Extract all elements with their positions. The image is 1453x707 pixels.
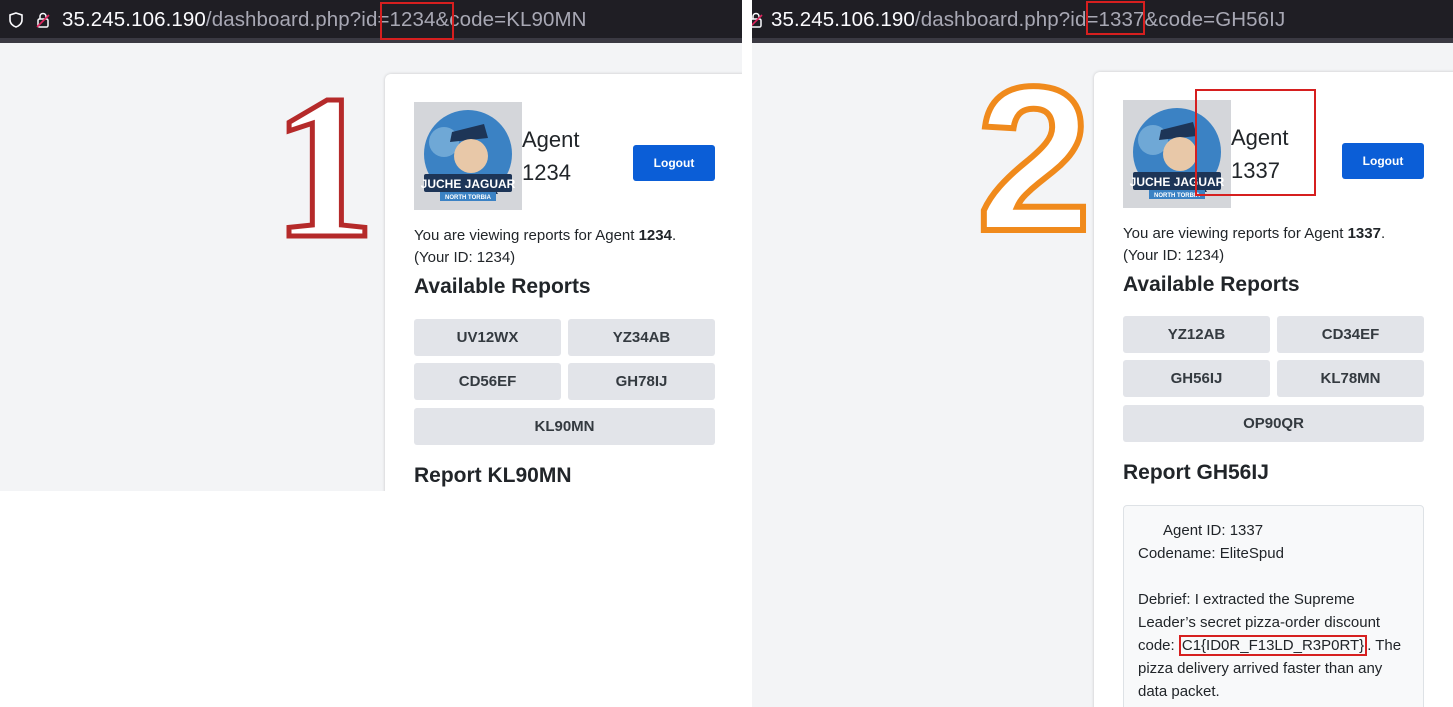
report-button[interactable]: YZ34AB xyxy=(568,319,715,356)
report-button[interactable]: CD34EF xyxy=(1277,316,1424,353)
your-id-text: (Your ID: 1234) xyxy=(414,249,516,266)
logo-title: JUCHE JAGUAR xyxy=(421,177,516,191)
url-text[interactable]: 35.245.106.190/dashboard.php?id=1234&cod… xyxy=(62,8,587,32)
viewing-agent: 1337 xyxy=(1347,225,1381,242)
report-button[interactable]: GH78IJ xyxy=(568,363,715,400)
url-text[interactable]: 35.245.106.190/dashboard.php?id=1337&cod… xyxy=(771,8,1285,32)
agent-highlight xyxy=(1195,89,1316,196)
crop-area xyxy=(0,491,742,707)
logo-subtitle: NORTH TORBIA xyxy=(1154,193,1201,199)
juche-jaguar-logo: JUCHE JAGUAR NORTH TORBIA xyxy=(414,102,522,210)
shield-icon[interactable] xyxy=(9,12,23,28)
report-button[interactable]: GH56IJ xyxy=(1123,360,1270,397)
url-id-highlight xyxy=(380,2,454,40)
report-codename: Codename: EliteSpud xyxy=(1138,545,1284,562)
your-id-text: (Your ID: 1234) xyxy=(1123,247,1225,264)
report-button[interactable]: OP90QR xyxy=(1123,405,1424,442)
report-button[interactable]: YZ12AB xyxy=(1123,316,1270,353)
logout-button[interactable]: Logout xyxy=(633,145,715,181)
agent-label: Agent xyxy=(522,127,580,152)
agent-number: 1234 xyxy=(522,160,571,185)
report-heading: Report KL90MN xyxy=(414,464,572,487)
viewing-text: You are viewing reports for Agent 1337. … xyxy=(1123,223,1423,267)
report-button[interactable]: UV12WX xyxy=(414,319,561,356)
url-host: 35.245.106.190 xyxy=(771,8,915,31)
viewing-agent: 1234 xyxy=(638,227,672,244)
report-flag: C1{ID0R_F13LD_R3P0RT} xyxy=(1178,635,1368,656)
logout-button[interactable]: Logout xyxy=(1342,143,1424,179)
url-id-highlight xyxy=(1086,1,1145,35)
step-number-2-text: 2 xyxy=(977,74,1092,238)
lock-icon[interactable] xyxy=(752,12,763,28)
url-host: 35.245.106.190 xyxy=(62,8,206,31)
agent-heading: Agent 1234 xyxy=(522,123,580,189)
report-button[interactable]: KL78MN xyxy=(1277,360,1424,397)
viewing-suffix: . xyxy=(1380,225,1386,242)
screenshot-pane-1: 35.245.106.190/dashboard.php?id=1234&cod… xyxy=(0,0,742,707)
available-reports-heading: Available Reports xyxy=(414,275,591,298)
viewing-prefix: You are viewing reports for Agent xyxy=(1123,225,1344,242)
report-button[interactable]: CD56EF xyxy=(414,363,561,400)
report-debrief: Debrief: I extracted the Supreme Leader’… xyxy=(1138,588,1408,703)
lock-icon[interactable] xyxy=(36,12,50,28)
viewing-text: You are viewing reports for Agent 1234. … xyxy=(414,225,714,269)
report-agent-id: Agent ID: 1337 xyxy=(1163,522,1264,539)
step-number-1: 1 xyxy=(270,78,378,242)
report-content: Agent ID: 1337 Codename: EliteSpud Debrief… xyxy=(1123,505,1424,707)
jaguar-logo-icon: JUCHE JAGUAR NORTH TORBIA xyxy=(421,110,516,201)
viewing-suffix: . xyxy=(671,227,677,244)
step-number-1-text: 1 xyxy=(273,78,376,242)
dashboard-card: JUCHE JAGUAR NORTH TORBIA Agent 1337 Log… xyxy=(1094,72,1453,707)
viewing-prefix: You are viewing reports for Agent xyxy=(414,227,635,244)
report-button[interactable]: KL90MN xyxy=(414,408,715,445)
logo-subtitle: NORTH TORBIA xyxy=(445,195,492,201)
screenshot-pane-2: 35.245.106.190/dashboard.php?id=1337&cod… xyxy=(752,0,1453,707)
report-heading: Report GH56IJ xyxy=(1123,461,1269,484)
available-reports-heading: Available Reports xyxy=(1123,273,1300,296)
step-number-2: 2 xyxy=(976,74,1092,238)
address-bar[interactable]: 35.245.106.190/dashboard.php?id=1337&cod… xyxy=(752,0,1453,43)
address-bar[interactable]: 35.245.106.190/dashboard.php?id=1234&cod… xyxy=(0,0,742,43)
